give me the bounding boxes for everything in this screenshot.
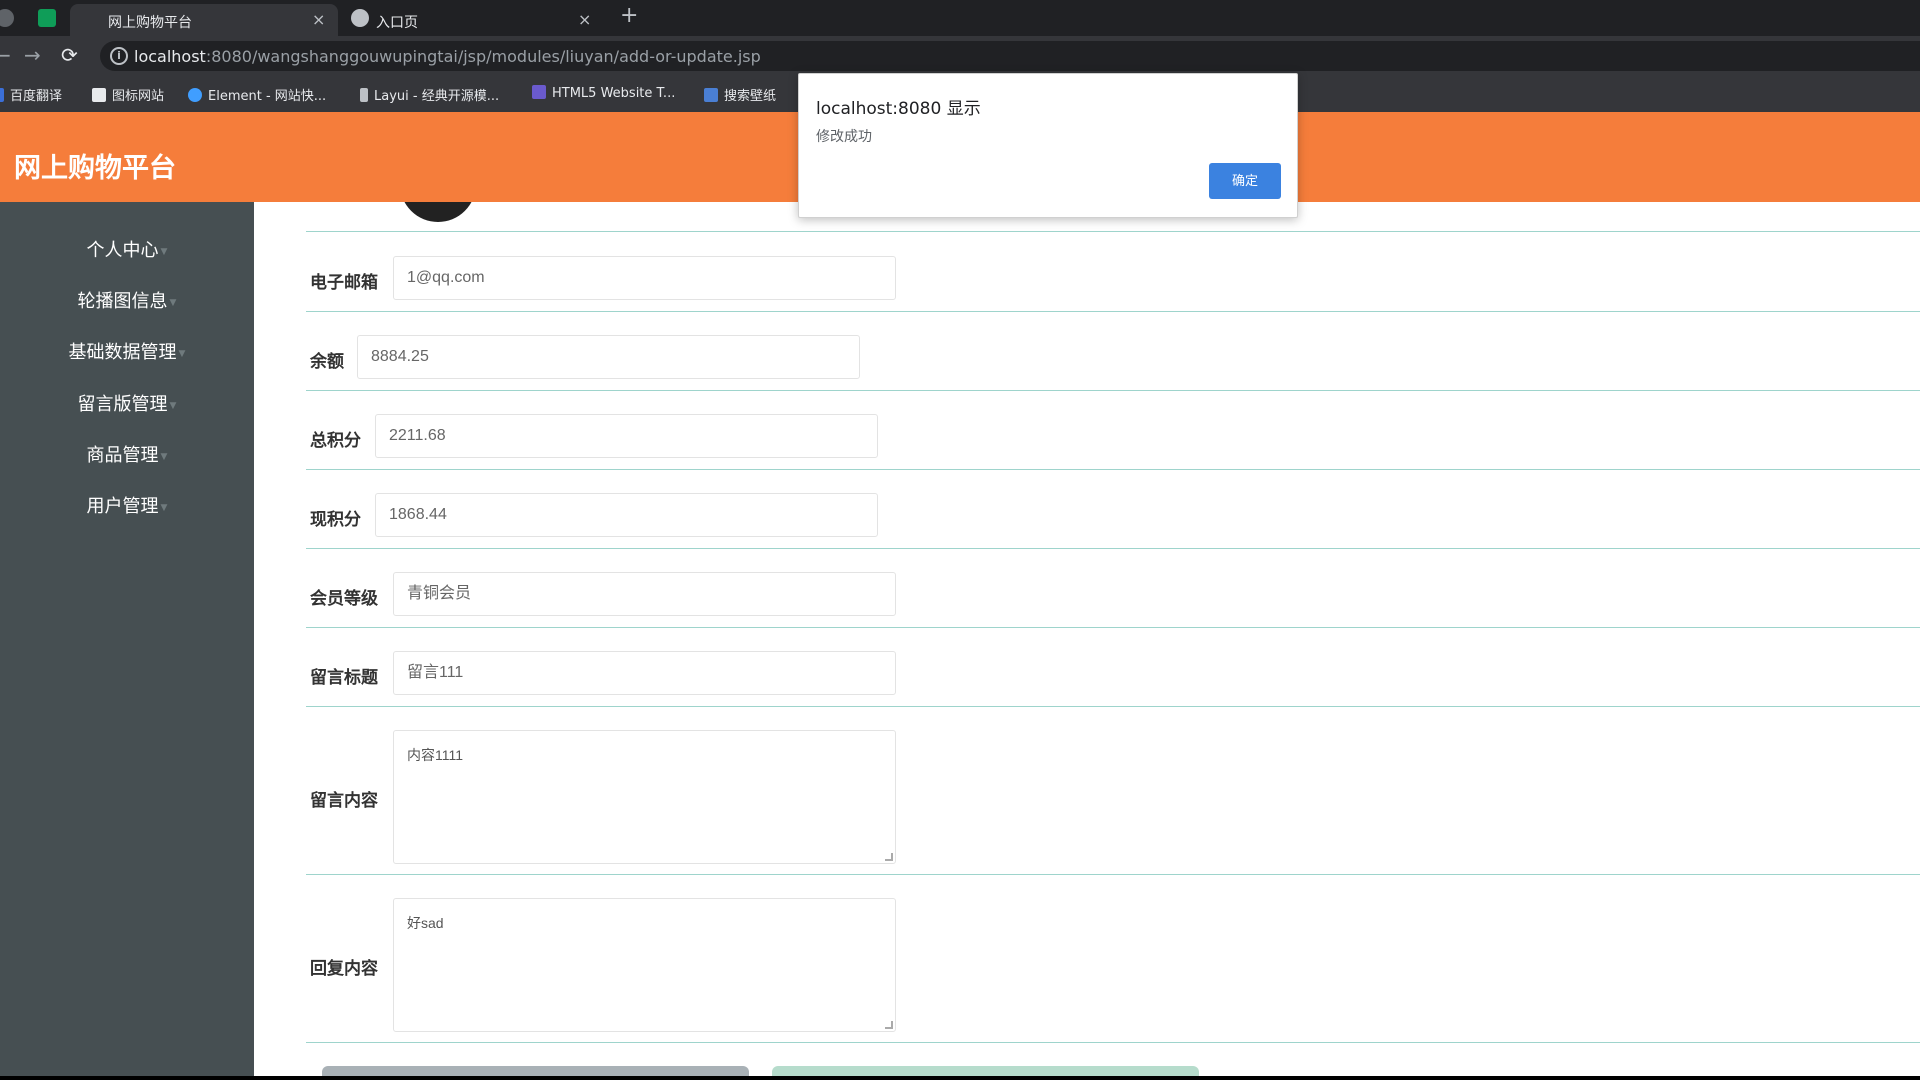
- app-title: 网上购物平台: [14, 153, 176, 184]
- sidebar-item-message-board[interactable]: 留言版管理 ▼: [0, 385, 254, 425]
- back-button[interactable]: ←: [0, 43, 11, 67]
- divider: [306, 390, 1920, 391]
- alert-dialog: localhost:8080 显示 修改成功 确定: [798, 73, 1298, 218]
- bookmark-layui[interactable]: Layui - 经典开源模...: [360, 85, 499, 104]
- chevron-down-icon: ▼: [160, 503, 168, 513]
- bookmark-icon-site[interactable]: 图标网站: [92, 85, 164, 104]
- chevron-down-icon: ▼: [169, 298, 177, 308]
- url-text[interactable]: localhost:8080/wangshanggouwupingtai/jsp…: [134, 47, 761, 66]
- bookmark-baidu-translate[interactable]: 百度翻译: [0, 85, 62, 104]
- bottom-edge: [0, 1076, 1920, 1080]
- tab-app-icon[interactable]: [38, 9, 56, 27]
- divider: [306, 874, 1920, 875]
- divider: [306, 231, 1920, 232]
- current-points-label: 现积分: [310, 510, 361, 530]
- dialog-message: 修改成功: [816, 129, 872, 145]
- message-content-label: 留言内容: [310, 791, 378, 811]
- divider: [306, 1042, 1920, 1043]
- divider: [306, 706, 1920, 707]
- chevron-down-icon: ▼: [169, 401, 177, 411]
- bookmark-element[interactable]: Element - 网站快...: [188, 85, 326, 104]
- chevron-down-icon: ▼: [160, 452, 168, 462]
- tab-close-icon[interactable]: ×: [312, 10, 325, 29]
- sidebar-menu: 个人中心 ▼ 轮播图信息 ▼ 基础数据管理 ▼ 留言版管理 ▼ 商品管理 ▼ 用户管理 ▼: [0, 202, 254, 1076]
- divider: [306, 627, 1920, 628]
- browser-tab-bar: 网上购物平台 × 入口页 × +: [0, 0, 1920, 36]
- resize-handle-icon[interactable]: [885, 1021, 893, 1029]
- browser-toolbar: ← → ⟳ i localhost:8080/wangshanggouwupin…: [0, 36, 1920, 76]
- tab-entry-page[interactable]: 入口页 ×: [340, 4, 602, 36]
- member-level-label: 会员等级: [310, 589, 378, 609]
- chevron-down-icon: ▼: [160, 247, 168, 257]
- info-icon[interactable]: i: [110, 47, 128, 65]
- balance-label: 余额: [310, 352, 344, 372]
- bookmark-wallpaper[interactable]: 搜索壁纸: [704, 85, 776, 104]
- divider: [306, 548, 1920, 549]
- message-content-textarea[interactable]: 内容1111: [393, 730, 896, 864]
- submit-button[interactable]: [322, 1066, 749, 1076]
- message-title-field[interactable]: 留言111: [393, 651, 896, 695]
- chevron-down-icon: ▼: [178, 349, 186, 359]
- flag-icon: [92, 88, 106, 102]
- balance-field[interactable]: 8884.25: [357, 335, 860, 379]
- avatar: [400, 202, 476, 222]
- reply-content-label: 回复内容: [310, 959, 378, 979]
- cancel-button[interactable]: [772, 1066, 1199, 1076]
- total-points-field[interactable]: 2211.68: [375, 414, 878, 458]
- reply-content-textarea[interactable]: 好sad: [393, 898, 896, 1032]
- divider: [306, 311, 1920, 312]
- sidebar-item-users[interactable]: 用户管理 ▼: [0, 487, 254, 527]
- reload-button[interactable]: ⟳: [61, 43, 78, 67]
- tab-title: 入口页: [376, 15, 418, 31]
- sidebar-item-basic-data[interactable]: 基础数据管理 ▼: [0, 333, 254, 373]
- tab-title: 网上购物平台: [108, 15, 192, 31]
- ok-button[interactable]: 确定: [1209, 163, 1281, 199]
- chrome-globe-icon[interactable]: [0, 9, 14, 27]
- globe-icon: [351, 9, 369, 27]
- layui-logo-icon: [360, 88, 368, 102]
- html5-logo-icon: [532, 85, 546, 99]
- email-label: 电子邮箱: [310, 273, 378, 293]
- divider: [306, 469, 1920, 470]
- address-bar[interactable]: i localhost:8080/wangshanggouwupingtai/j…: [100, 41, 1920, 71]
- edit-form: 电子邮箱 1@qq.com 余额 8884.25 总积分 2211.68 现积分…: [254, 202, 1920, 1076]
- element-logo-icon: [188, 88, 202, 102]
- message-title-label: 留言标题: [310, 668, 378, 688]
- resize-handle-icon[interactable]: [885, 853, 893, 861]
- current-points-field[interactable]: 1868.44: [375, 493, 878, 537]
- total-points-label: 总积分: [310, 431, 361, 451]
- wallpaper-logo-icon: [704, 88, 718, 102]
- tab-shopping-platform[interactable]: 网上购物平台 ×: [70, 4, 338, 36]
- email-field[interactable]: 1@qq.com: [393, 256, 896, 300]
- new-tab-button[interactable]: +: [620, 3, 638, 28]
- dialog-title: localhost:8080 显示: [816, 99, 981, 119]
- bookmark-icon: [0, 88, 4, 102]
- sidebar-item-personal-center[interactable]: 个人中心 ▼: [0, 231, 254, 271]
- sidebar-item-products[interactable]: 商品管理 ▼: [0, 436, 254, 476]
- forward-button[interactable]: →: [24, 43, 41, 67]
- bookmark-html5-templates[interactable]: HTML5 Website T...: [532, 85, 675, 101]
- member-level-field[interactable]: 青铜会员: [393, 572, 896, 616]
- tab-close-icon[interactable]: ×: [578, 10, 591, 29]
- sidebar-item-carousel[interactable]: 轮播图信息 ▼: [0, 282, 254, 322]
